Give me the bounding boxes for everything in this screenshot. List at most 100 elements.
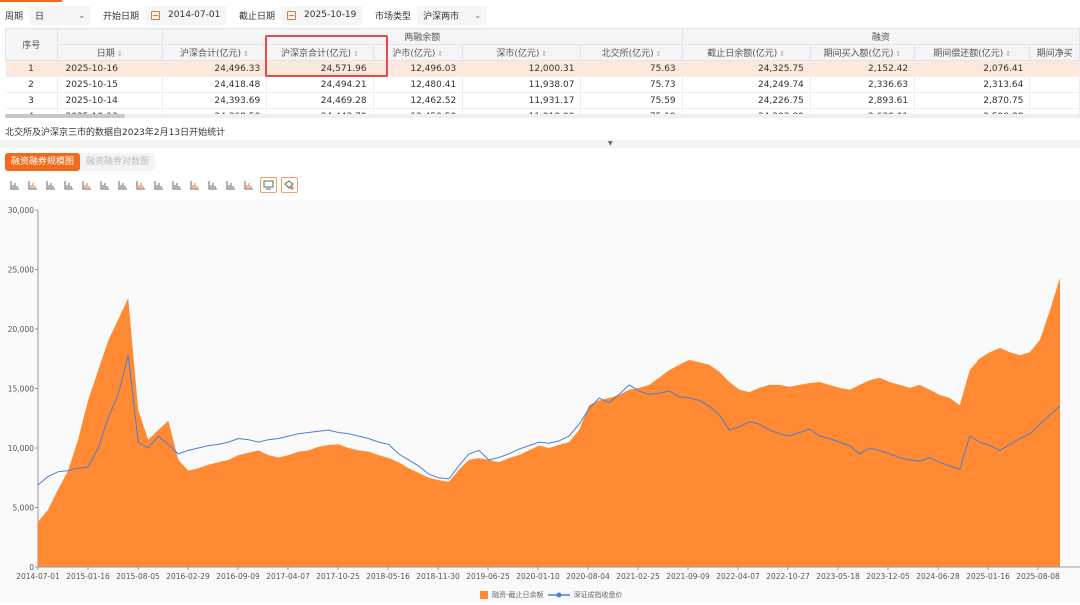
x-tick-label: 2018-11-30 xyxy=(416,572,460,581)
column-header-label: 截止日余额(亿元) xyxy=(707,49,778,59)
screen-icon[interactable] xyxy=(260,177,277,193)
legend-area-swatch[interactable] xyxy=(480,591,488,599)
column-header[interactable]: 沪深合计(亿元) ⇕ xyxy=(161,44,268,61)
chart-legend: 融资-截止日余额 深证成指收盘价 xyxy=(480,590,623,600)
pie-chart-icon[interactable] xyxy=(134,177,148,193)
legend-area-label[interactable]: 融资-截止日余额 xyxy=(492,590,544,600)
x-tick-label: 2014-07-01 xyxy=(16,572,60,581)
divider xyxy=(0,140,1080,148)
column-header[interactable]: 期间偿还额(亿元) ⇕ xyxy=(914,44,1031,61)
table-cell: 24,418.48 xyxy=(162,76,268,93)
market-type-label: 市场类型 xyxy=(375,11,412,22)
line-chart-icon[interactable] xyxy=(26,177,40,193)
period-select[interactable]: 日 ⌄ xyxy=(29,5,92,25)
table-cell: 1 xyxy=(5,60,58,77)
table-row[interactable]: 3 2025-10-14 24,393.69 24,469.28 12,462.52 11… xyxy=(5,92,1080,109)
range-icon[interactable] xyxy=(170,177,184,193)
x-tick-label: 2019-06-25 xyxy=(466,572,510,581)
column-header[interactable]: 北交所(亿元) ⇕ xyxy=(580,44,683,61)
horizontal-bar-icon[interactable] xyxy=(116,177,130,193)
table-cell xyxy=(1029,92,1080,109)
table-cell: 12,000.31 xyxy=(462,60,582,77)
scrollbar-thumb[interactable] xyxy=(5,114,125,118)
x-tick-label: 2016-09-09 xyxy=(216,572,260,581)
x-tick-label: 2025-01-16 xyxy=(966,572,1010,581)
x-tick-label: 2015-08-05 xyxy=(116,572,160,581)
sort-icon[interactable]: ⇕ xyxy=(896,50,902,58)
y-tick-label: 25,000 xyxy=(8,266,34,275)
horizontal-scrollbar[interactable] xyxy=(5,114,1080,118)
column-header[interactable]: 深市(亿元) ⇕ xyxy=(462,44,582,61)
table-cell: 75.73 xyxy=(580,76,683,93)
scatter-icon[interactable] xyxy=(80,177,94,193)
market-type-select[interactable]: 沪深两市 ⌄ xyxy=(417,5,488,25)
calendar-icon xyxy=(287,10,297,20)
sort-icon[interactable]: ⇕ xyxy=(437,50,443,58)
grouped-bar-icon[interactable] xyxy=(62,177,76,193)
sort-icon[interactable]: ⇕ xyxy=(656,50,662,58)
table-cell: 24,469.28 xyxy=(266,92,374,109)
column-icon[interactable] xyxy=(152,177,166,193)
column-header[interactable]: 期间净买 xyxy=(1029,44,1080,61)
table-cell: 12,462.52 xyxy=(373,92,464,109)
table-cell: 11,938.07 xyxy=(462,76,582,93)
end-date-input[interactable]: 2025-10-19 xyxy=(281,5,364,25)
column-header[interactable]: 日期 ⇕ xyxy=(56,44,163,61)
column-header-label: 北交所(亿元) xyxy=(601,49,654,59)
column-header-label: 日期 xyxy=(96,49,115,59)
start-date-input[interactable]: 2014-07-01 xyxy=(145,5,228,25)
tick-icon[interactable] xyxy=(224,177,238,193)
column-header[interactable]: 期间买入额(亿元) ⇕ xyxy=(809,44,916,61)
data-table-container: 序号 两融余额 融资 日期 ⇕ 沪深合计(亿元) ⇕ 沪深京合计(亿元) ⇕ 沪市(亿元) ⇕… xyxy=(0,28,1080,118)
table-row[interactable]: 2 2025-10-15 24,418.48 24,494.21 12,480.41 11… xyxy=(5,76,1080,93)
table-cell xyxy=(1029,76,1080,93)
trend-icon[interactable] xyxy=(188,177,202,193)
sort-icon[interactable]: ⇕ xyxy=(117,50,123,58)
table-cell: 2025-10-15 xyxy=(57,76,163,93)
table-cell: 24,249.74 xyxy=(682,76,811,93)
table-cell: 75.59 xyxy=(580,92,683,109)
period-value: 日 xyxy=(35,11,45,22)
settings-icon[interactable] xyxy=(281,177,298,193)
x-tick-label: 2021-09-09 xyxy=(666,572,710,581)
bar-chart-icon[interactable] xyxy=(44,177,58,193)
chart-toolbar xyxy=(8,177,298,193)
tab-scale-chart[interactable]: 融资融券规模图 xyxy=(5,153,81,171)
legend-line-label[interactable]: 深证成指收盘价 xyxy=(574,590,623,600)
end-date-label: 截止日期 xyxy=(239,11,276,22)
filter-bar: 周期 日 ⌄ 开始日期 2014-07-01 截止日期 2025-10-19 市场… xyxy=(0,5,488,25)
sort-icon[interactable]: ⇕ xyxy=(1005,50,1011,58)
x-tick-label: 2022-10-27 xyxy=(766,572,810,581)
table-cell: 2,313.64 xyxy=(914,76,1031,93)
sort-icon[interactable]: ⇕ xyxy=(243,50,249,58)
tab-log-chart[interactable]: 融资融券对数图 xyxy=(80,153,155,171)
y-tick-label: 5,000 xyxy=(13,504,35,513)
column-header[interactable]: 截止日余额(亿元) ⇕ xyxy=(681,44,811,61)
table-cell: 11,931.17 xyxy=(462,92,582,109)
column-header-label: 沪市(亿元) xyxy=(392,49,436,59)
period-label: 周期 xyxy=(5,11,24,22)
table-cell: 2,336.63 xyxy=(810,76,916,93)
table-cell xyxy=(1029,60,1080,77)
y-tick-label: 30,000 xyxy=(8,206,34,215)
sort-icon[interactable]: ⇕ xyxy=(779,50,785,58)
margin-chart: 0 5,000 10,000 15,000 20,000 25,000 30,000 2014… xyxy=(8,206,1080,581)
legend-line-swatch[interactable] xyxy=(547,591,570,599)
table-cell: 2025-10-16 xyxy=(57,60,163,77)
area-chart-icon[interactable] xyxy=(98,177,112,193)
collapse-caret-icon[interactable]: ▼ xyxy=(608,140,613,147)
sort-icon[interactable]: ⇕ xyxy=(541,50,547,58)
x-tick-label: 2025-08-08 xyxy=(1016,572,1060,581)
step-icon[interactable] xyxy=(206,177,220,193)
list-icon[interactable] xyxy=(242,177,256,193)
refresh-icon[interactable] xyxy=(8,177,22,193)
header-seq: 序号 xyxy=(5,28,58,61)
table-cell: 2,893.61 xyxy=(810,92,916,109)
end-date-value: 2025-10-19 xyxy=(304,10,357,20)
table-cell: 24,325.75 xyxy=(682,60,811,77)
x-tick-label: 2023-12-05 xyxy=(866,572,910,581)
table-cell: 2025-10-14 xyxy=(57,92,163,109)
table-cell: 24,494.21 xyxy=(266,76,374,93)
x-tick-label: 2018-05-16 xyxy=(366,572,410,581)
table-row[interactable]: 1 2025-10-16 24,496.33 24,571.96 12,496.03 12… xyxy=(5,60,1080,77)
